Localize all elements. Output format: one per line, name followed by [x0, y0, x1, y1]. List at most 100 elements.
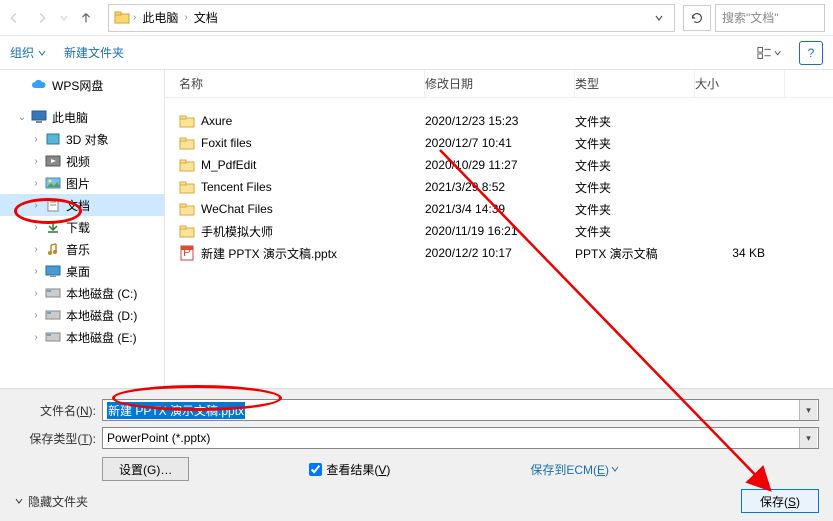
view-result-label: 查看结果(V)	[326, 461, 390, 478]
tree-item-icon	[45, 263, 61, 279]
sidebar-item[interactable]: › 本地磁盘 (E:)	[0, 326, 164, 348]
save-button[interactable]: 保存(S)	[741, 489, 819, 513]
hide-folders-button[interactable]: 隐藏文件夹	[14, 493, 88, 510]
filetype-combo[interactable]: PowerPoint (*.pptx) ▾	[102, 427, 819, 449]
file-date: 2020/10/29 11:27	[425, 158, 575, 172]
column-type[interactable]: 类型	[575, 70, 695, 97]
monitor-icon	[31, 109, 47, 125]
organize-label: 组织	[10, 44, 34, 61]
sidebar-label: 此电脑	[50, 109, 88, 126]
file-list-header: 名称 修改日期 类型 大小	[165, 70, 833, 98]
organize-button[interactable]: 组织	[10, 44, 46, 61]
column-name[interactable]: 名称	[165, 70, 425, 97]
checkbox-input[interactable]	[309, 463, 322, 476]
filename-value: 新建 PPTX 演示文稿.pptx	[107, 402, 245, 419]
save-to-ecm-link[interactable]: 保存到ECM(E)	[530, 461, 619, 478]
file-date: 2021/3/29 8:52	[425, 180, 575, 194]
file-row[interactable]: M_PdfEdit 2020/10/29 11:27 文件夹	[165, 154, 833, 176]
filetype-row: 保存类型(T): PowerPoint (*.pptx) ▾	[14, 427, 819, 449]
sidebar-label: 本地磁盘 (D:)	[64, 307, 137, 324]
sidebar-item[interactable]: › 本地磁盘 (D:)	[0, 304, 164, 326]
view-result-checkbox[interactable]: 查看结果(V)	[309, 461, 390, 478]
sidebar-label: 视频	[64, 153, 90, 170]
file-date: 2020/12/2 10:17	[425, 246, 575, 260]
column-size[interactable]: 大小	[695, 70, 785, 97]
filename-input[interactable]: 新建 PPTX 演示文稿.pptx ▾	[102, 399, 819, 421]
file-type: 文件夹	[575, 157, 695, 174]
sidebar-item-wps[interactable]: WPS网盘	[0, 74, 164, 96]
tree-item-icon	[45, 307, 61, 323]
sidebar-item[interactable]: › 3D 对象	[0, 128, 164, 150]
filename-dropdown-icon[interactable]: ▾	[799, 400, 817, 420]
file-date: 2020/12/7 10:41	[425, 136, 575, 150]
new-folder-button[interactable]: 新建文件夹	[64, 44, 124, 61]
address-bar[interactable]: › 此电脑 › 文档	[108, 4, 675, 32]
caret-icon: ›	[30, 310, 42, 321]
save-form: 文件名(N): 新建 PPTX 演示文稿.pptx ▾ 保存类型(T): Pow…	[0, 388, 833, 521]
file-type: PPTX 演示文稿	[575, 245, 695, 262]
address-bar-row: › 此电脑 › 文档 搜索"文档"	[0, 0, 833, 36]
chevron-right-icon: ›	[131, 12, 138, 23]
sidebar-item[interactable]: › 文档	[0, 194, 164, 216]
file-date: 2021/3/4 14:39	[425, 202, 575, 216]
filetype-value: PowerPoint (*.pptx)	[107, 431, 210, 445]
nav-back-button[interactable]	[0, 4, 28, 32]
file-date: 2020/12/23 15:23	[425, 114, 575, 128]
folder-icon	[113, 9, 131, 27]
tree-item-icon	[45, 329, 61, 345]
view-options-button[interactable]	[757, 41, 781, 65]
sidebar-tree: WPS网盘 ⌄ 此电脑 › 3D 对象 › 视频 › 图片 › 文档 ›	[0, 70, 165, 388]
svg-text:P: P	[183, 245, 191, 259]
tree-item-icon	[45, 197, 61, 213]
filename-row: 文件名(N): 新建 PPTX 演示文稿.pptx ▾	[14, 399, 819, 421]
caret-icon: ›	[30, 134, 42, 145]
help-button[interactable]: ?	[799, 41, 823, 65]
new-folder-label: 新建文件夹	[64, 44, 124, 61]
filetype-label: 保存类型(T):	[14, 430, 102, 447]
sidebar-item[interactable]: › 桌面	[0, 260, 164, 282]
sidebar-item[interactable]: › 视频	[0, 150, 164, 172]
sidebar-label: 音乐	[64, 241, 90, 258]
caret-icon: ›	[30, 200, 42, 211]
breadcrumb-documents[interactable]: 文档	[190, 5, 222, 31]
file-row[interactable]: Tencent Files 2021/3/29 8:52 文件夹	[165, 176, 833, 198]
tree-item-icon	[45, 153, 61, 169]
folder-icon	[179, 113, 195, 129]
file-row[interactable]: Axure 2020/12/23 15:23 文件夹	[165, 110, 833, 132]
chevron-down-icon	[611, 465, 619, 473]
sidebar-label: 文档	[64, 197, 90, 214]
sidebar-item-this-pc[interactable]: ⌄ 此电脑	[0, 106, 164, 128]
file-name: 手机模拟大师	[201, 223, 273, 240]
refresh-button[interactable]	[683, 5, 711, 31]
file-name: WeChat Files	[201, 202, 273, 216]
sidebar-item[interactable]: › 图片	[0, 172, 164, 194]
file-type: 文件夹	[575, 113, 695, 130]
filetype-dropdown-icon[interactable]: ▾	[799, 428, 817, 448]
sidebar-label: WPS网盘	[50, 77, 103, 94]
file-row[interactable]: WeChat Files 2021/3/4 14:39 文件夹	[165, 198, 833, 220]
file-date: 2020/11/19 16:21	[425, 224, 575, 238]
address-dropdown-icon[interactable]	[648, 13, 670, 23]
file-row[interactable]: 手机模拟大师 2020/11/19 16:21 文件夹	[165, 220, 833, 242]
file-name: 新建 PPTX 演示文稿.pptx	[201, 245, 337, 262]
settings-button[interactable]: 设置(G)…	[102, 457, 189, 481]
file-row[interactable]: Foxit files 2020/12/7 10:41 文件夹	[165, 132, 833, 154]
file-row[interactable]: P 新建 PPTX 演示文稿.pptx 2020/12/2 10:17 PPTX …	[165, 242, 833, 264]
tree-item-icon	[45, 131, 61, 147]
nav-up-button[interactable]	[72, 4, 100, 32]
tree-item-icon	[45, 285, 61, 301]
file-type: 文件夹	[575, 135, 695, 152]
file-name: Axure	[201, 114, 232, 128]
sidebar-item[interactable]: › 下载	[0, 216, 164, 238]
column-date[interactable]: 修改日期	[425, 70, 575, 97]
sidebar-label: 3D 对象	[64, 131, 109, 148]
nav-forward-button[interactable]	[28, 4, 56, 32]
sidebar-item[interactable]: › 音乐	[0, 238, 164, 260]
search-input[interactable]: 搜索"文档"	[715, 4, 825, 32]
sidebar-label: 下载	[64, 219, 90, 236]
caret-icon: ›	[30, 178, 42, 189]
breadcrumb-this-pc[interactable]: 此电脑	[138, 5, 182, 31]
sidebar-item[interactable]: › 本地磁盘 (C:)	[0, 282, 164, 304]
caret-icon: ›	[30, 288, 42, 299]
nav-history-dropdown[interactable]	[56, 4, 72, 32]
